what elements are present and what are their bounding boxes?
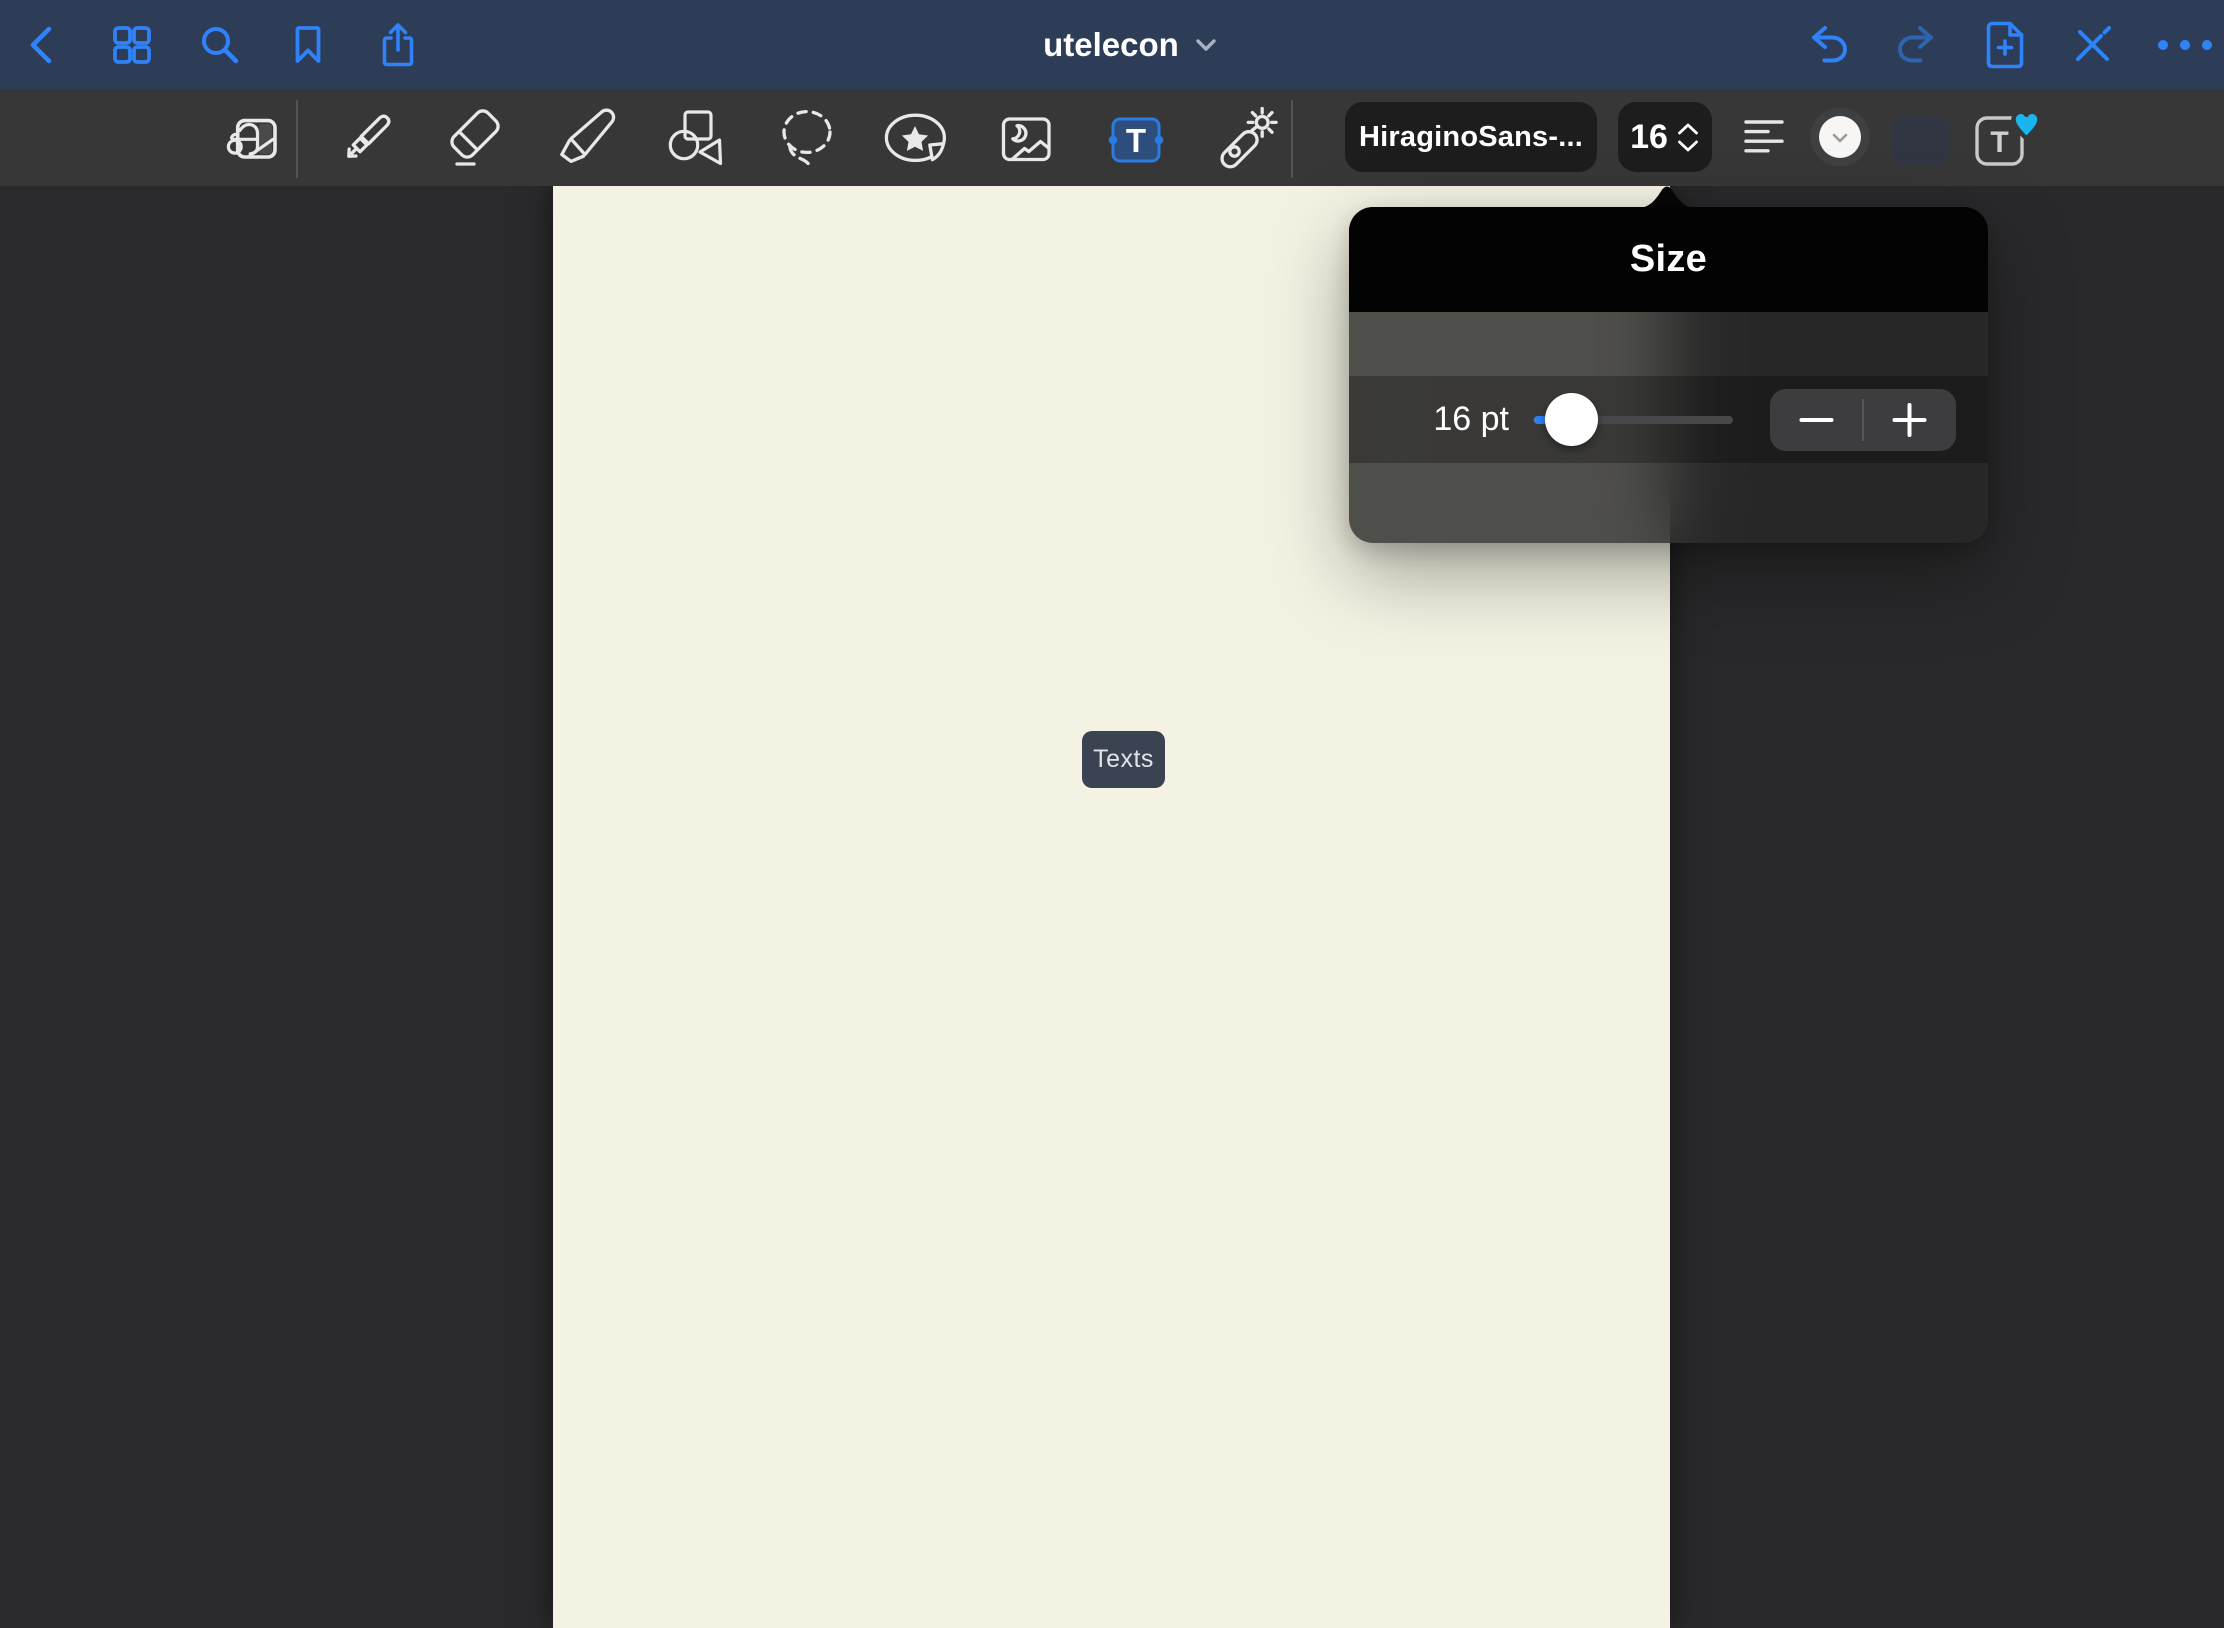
eraser-icon: [442, 105, 506, 169]
font-size-value: 16: [1630, 118, 1668, 157]
favorite-style-glyph: T: [1990, 126, 2008, 159]
chevron-up-down-icon: [1676, 122, 1700, 153]
text-tool-selected[interactable]: T: [1104, 105, 1168, 169]
secondary-color-swatch[interactable]: [1892, 116, 1949, 165]
eraser-tool[interactable]: [442, 105, 506, 169]
exit-pen-mode-button[interactable]: [2068, 0, 2116, 89]
page-template-tool[interactable]: [225, 105, 289, 169]
lasso-icon: [776, 105, 840, 169]
highlighter-tool[interactable]: [555, 105, 619, 169]
document-title: utelecon: [1043, 26, 1179, 64]
text-style-heart-icon: T: [1968, 103, 2040, 171]
text-object-label: Texts: [1093, 745, 1154, 774]
text-color-button[interactable]: [1808, 105, 1872, 169]
navigation-bar: utelecon: [0, 0, 2224, 89]
text-tool-icon: T: [1104, 105, 1168, 169]
size-value-label: 16 pt: [1399, 376, 1509, 463]
color-swatch-icon: [1808, 105, 1872, 169]
more-button[interactable]: [2161, 0, 2209, 89]
popover-arrow: [1637, 181, 1697, 208]
toolbar-divider: [1291, 100, 1293, 178]
undo-button[interactable]: [1805, 0, 1853, 89]
size-increase-button[interactable]: [1895, 405, 1925, 435]
handwriting-page-icon: [225, 105, 289, 169]
text-tool-glyph: T: [1126, 122, 1146, 159]
favorite-text-style-button[interactable]: T: [1968, 103, 2040, 171]
image-icon: [993, 105, 1057, 169]
size-slider-row: 16 pt: [1349, 376, 1988, 463]
redo-icon: [1892, 21, 1940, 69]
font-family-button[interactable]: HiraginoSans-...: [1345, 102, 1597, 172]
pen-icon: [335, 105, 399, 169]
size-popover: Size 16 pt: [1349, 207, 1988, 543]
stickers-tool[interactable]: [883, 105, 947, 169]
laser-pointer-icon: [1208, 105, 1272, 169]
ellipsis-icon: [2161, 21, 2209, 69]
font-family-label: HiraginoSans-...: [1359, 121, 1583, 154]
new-page-icon: [1981, 21, 2029, 69]
text-object[interactable]: Texts: [1082, 731, 1165, 788]
size-slider-knob[interactable]: [1545, 393, 1598, 446]
add-page-button[interactable]: [1981, 0, 2029, 89]
lasso-tool[interactable]: [776, 105, 840, 169]
align-left-icon: [1744, 117, 1784, 157]
stepper-divider: [1862, 399, 1864, 441]
undo-icon: [1805, 21, 1853, 69]
text-alignment-button[interactable]: [1736, 105, 1792, 169]
image-tool[interactable]: [993, 105, 1057, 169]
laser-pointer-tool[interactable]: [1208, 105, 1272, 169]
shapes-tool[interactable]: [664, 105, 728, 169]
canvas-left-gutter: [0, 186, 553, 1628]
pen-cross-icon: [2068, 21, 2116, 69]
popover-title: Size: [1630, 238, 1707, 281]
chevron-down-icon: [1195, 38, 1217, 52]
highlighter-icon: [555, 105, 619, 169]
toolbar-divider: [296, 100, 298, 178]
shapes-icon: [664, 105, 728, 169]
popover-title-bar: Size: [1349, 207, 1988, 312]
sticker-star-icon: [883, 105, 947, 169]
redo-button[interactable]: [1892, 0, 1940, 89]
goodnotes-app: Texts: [0, 0, 2224, 1628]
pen-tool[interactable]: [335, 105, 399, 169]
tool-bar: T Hiragino: [0, 89, 2224, 186]
font-size-button[interactable]: 16: [1618, 102, 1712, 172]
size-stepper: [1770, 389, 1956, 451]
